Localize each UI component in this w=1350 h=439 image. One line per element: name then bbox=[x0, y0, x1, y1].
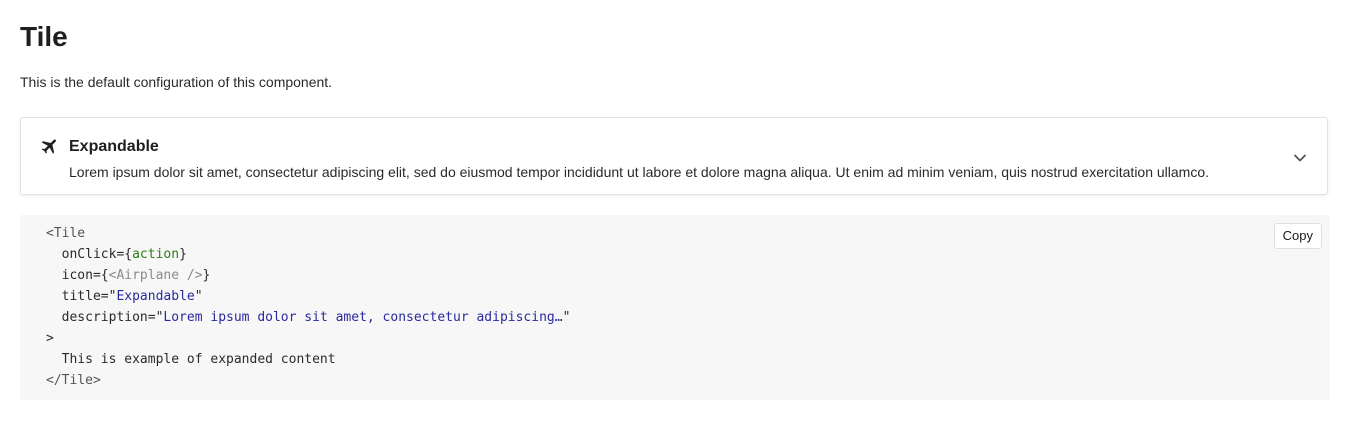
code-desc-value: Lorem ipsum dolor sit amet, consectetur … bbox=[163, 310, 563, 325]
code-line-title: title="Expandable" bbox=[46, 286, 1330, 307]
code-title-value: Expandable bbox=[116, 289, 195, 304]
code-onclick-close: } bbox=[179, 247, 187, 262]
page-container: Tile This is the default configuration o… bbox=[0, 0, 1350, 400]
expandable-tile[interactable]: Expandable Lorem ipsum dolor sit amet, c… bbox=[20, 117, 1328, 195]
code-example: Copy <Tile onClick={action} icon={<Airpl… bbox=[20, 215, 1330, 400]
tile-title: Expandable bbox=[69, 138, 159, 155]
code-desc-attr: description= bbox=[61, 310, 156, 325]
airplane-icon bbox=[40, 136, 60, 156]
code-line-onclick: onClick={action} bbox=[46, 244, 1330, 265]
page-subtitle: This is the default configuration of thi… bbox=[20, 74, 333, 90]
code-gt: > bbox=[46, 331, 54, 346]
code-onclick-value: action bbox=[132, 247, 180, 262]
code-title-attr: title= bbox=[61, 289, 109, 304]
code-line-open-tag: <Tile bbox=[46, 223, 1330, 244]
code-line-gt: > bbox=[46, 328, 1330, 349]
code-open-tag: <Tile bbox=[46, 226, 86, 241]
code-line-child: This is example of expanded content bbox=[46, 349, 1330, 370]
page-title: Tile bbox=[20, 21, 68, 52]
code-onclick-attr: onClick= bbox=[61, 247, 125, 262]
code-icon-value: <Airplane /> bbox=[108, 268, 203, 283]
code-close-tag: </Tile> bbox=[46, 373, 101, 388]
code-line-close-tag: </Tile> bbox=[46, 370, 1330, 391]
copy-button[interactable]: Copy bbox=[1273, 223, 1322, 249]
code-line-icon: icon={<Airplane />} bbox=[46, 265, 1330, 286]
code-title-quote-close: " bbox=[194, 289, 203, 304]
code-icon-close: } bbox=[202, 268, 211, 283]
code-onclick-open: { bbox=[124, 247, 133, 262]
code-child-text: This is example of expanded content bbox=[61, 352, 336, 367]
tile-description: Lorem ipsum dolor sit amet, consectetur … bbox=[69, 164, 1210, 180]
code-icon-open: { bbox=[100, 268, 109, 283]
code-icon-attr: icon= bbox=[61, 268, 101, 283]
code-line-description: description= "Lorem ipsum dolor sit amet,… bbox=[46, 307, 1330, 328]
chevron-down-icon[interactable] bbox=[1292, 150, 1308, 166]
code-desc-quote-close: " bbox=[562, 310, 571, 325]
